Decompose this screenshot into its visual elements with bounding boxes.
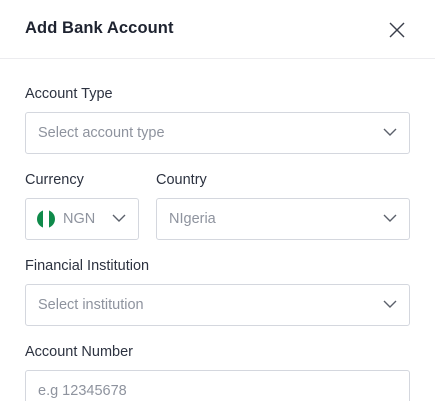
close-icon (389, 22, 405, 38)
country-label: Country (156, 172, 207, 188)
account-type-label: Account Type (25, 86, 113, 102)
country-select[interactable]: NIgeria (156, 198, 410, 240)
institution-select[interactable]: Select institution (25, 284, 410, 326)
close-button[interactable] (386, 20, 408, 40)
add-bank-account-modal: Add Bank Account Account Type Select acc… (0, 0, 435, 401)
chevron-down-icon (112, 214, 126, 222)
modal-header: Add Bank Account (0, 0, 435, 59)
chevron-down-icon (383, 128, 397, 136)
currency-label: Currency (25, 172, 84, 188)
account-number-label: Account Number (25, 344, 133, 360)
account-type-select[interactable]: Select account type (25, 112, 410, 154)
modal-title: Add Bank Account (25, 19, 174, 37)
institution-label: Financial Institution (25, 258, 150, 274)
account-number-placeholder: e.g 12345678 (38, 383, 127, 399)
chevron-down-icon (383, 300, 397, 308)
account-number-input[interactable]: e.g 12345678 (25, 370, 410, 401)
currency-select[interactable]: NGN (25, 198, 139, 240)
country-value: NIgeria (169, 211, 216, 227)
account-type-placeholder: Select account type (38, 125, 165, 141)
nigeria-flag-icon (37, 210, 55, 228)
chevron-down-icon (383, 214, 397, 222)
institution-placeholder: Select institution (38, 297, 144, 313)
currency-value: NGN (63, 211, 96, 227)
